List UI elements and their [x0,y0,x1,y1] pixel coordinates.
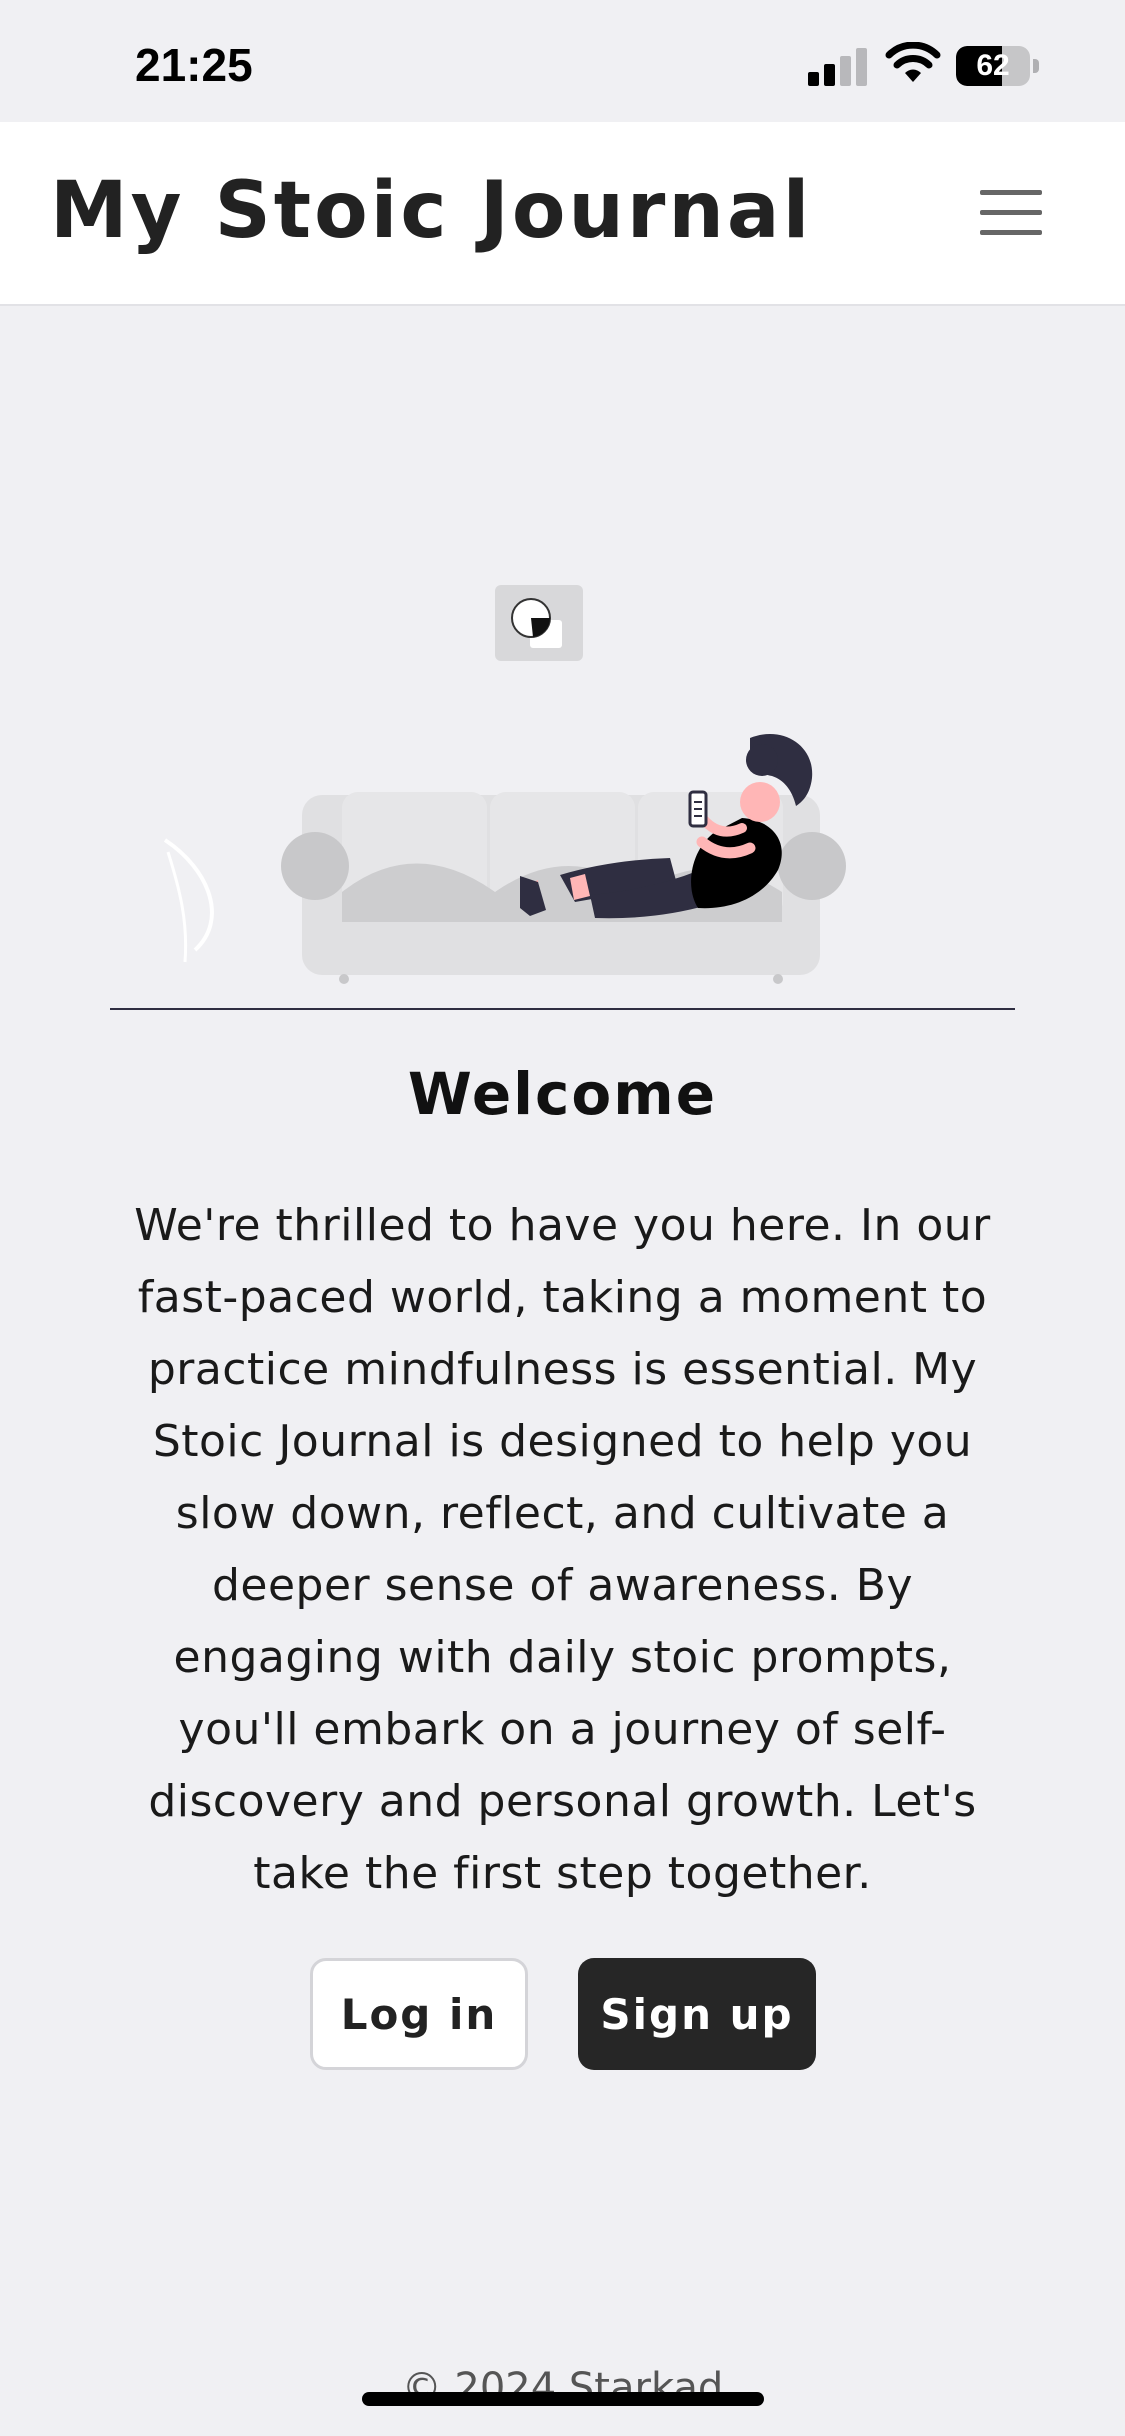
status-time: 21:25 [135,39,253,91]
battery-body: 62 [956,46,1030,86]
login-button[interactable]: Log in [310,1958,528,2070]
app-header: My Stoic Journal [0,122,1125,306]
home-indicator [362,2392,764,2406]
app-title[interactable]: My Stoic Journal [50,166,812,256]
hero-illustration [110,585,1015,1010]
status-bar: 21:25 62 [0,0,1125,122]
menu-bar-bottom [980,230,1042,235]
signup-button[interactable]: Sign up [578,1958,816,2070]
signal-icon [808,48,867,86]
plant-icon [163,838,214,963]
wifi-icon [885,42,941,82]
battery-level: 62 [976,49,1010,82]
hamburger-menu-icon[interactable] [966,186,1042,240]
welcome-heading: Welcome [407,1060,718,1128]
broken-image-icon [495,585,583,661]
menu-bar-middle [980,210,1042,215]
menu-bar-top [980,190,1042,195]
battery-tip [1033,59,1039,73]
welcome-text: We're thrilled to have you here. In our … [134,1200,991,1899]
battery-icon: 62 [956,46,1040,86]
